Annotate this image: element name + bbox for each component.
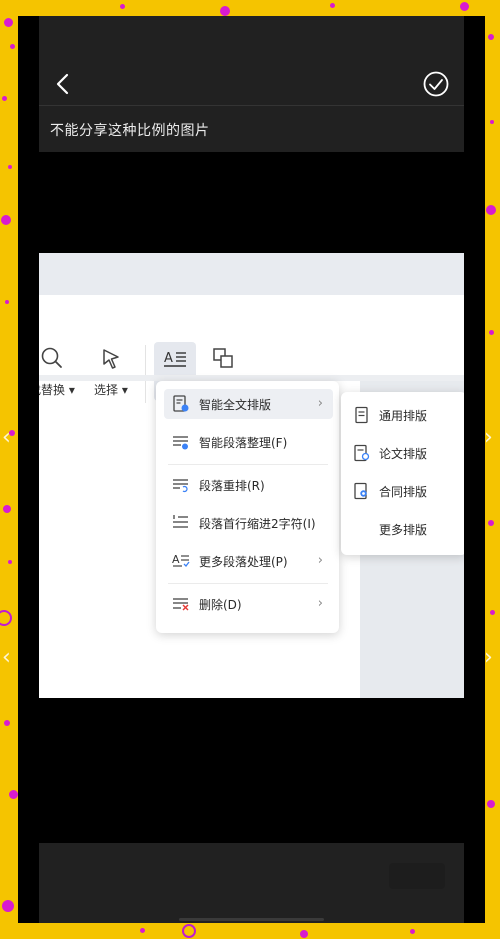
chevron-left-icon <box>56 73 69 95</box>
bottom-action-button[interactable] <box>389 863 445 889</box>
chevron-right-icon: › <box>317 553 323 568</box>
image-preview: 找替换 ▾ 选择 ▾ A 排版 ▴ <box>39 253 464 698</box>
divider <box>39 105 464 106</box>
submenu-item-contract[interactable]: 合同排版 <box>353 476 463 506</box>
submenu-item-general[interactable]: 通用排版 <box>353 400 463 430</box>
ribbon-separator <box>145 345 146 403</box>
cursor-icon <box>103 349 119 369</box>
bottom-bar <box>39 843 464 923</box>
select-button[interactable]: 选择 ▾ <box>94 345 128 398</box>
menu-item-label: 段落首行缩进2字符(I) <box>199 516 316 531</box>
general-doc-icon <box>355 406 368 424</box>
next-image-icon[interactable]: › <box>484 425 493 450</box>
share-notice: 不能分享这种比例的图片 <box>50 123 210 139</box>
indent-icon <box>173 515 188 528</box>
menu-separator <box>168 464 328 465</box>
confirm-button[interactable] <box>422 70 450 98</box>
menu-separator <box>168 583 328 584</box>
menu-item-first-line-indent[interactable]: 段落首行缩进2字符(I) <box>164 508 333 538</box>
submenu-item-paper[interactable]: 论文排版 <box>353 438 463 468</box>
paragraph-tidy-icon <box>173 436 188 450</box>
prev-image-icon[interactable]: ‹ <box>2 645 11 670</box>
phone-frame: 不能分享这种比例的图片 找替换 ▾ 选择 ▾ <box>18 16 485 923</box>
menu-item-smart-full-typeset[interactable]: 智能全文排版 › <box>164 389 333 419</box>
top-bar: 不能分享这种比例的图片 <box>39 16 464 152</box>
menu-item-delete[interactable]: 删除(D) › <box>164 589 333 619</box>
submenu-item-label: 通用排版 <box>379 408 428 423</box>
smart-typeset-icon <box>173 395 189 412</box>
paragraph-reflow-icon <box>173 479 188 493</box>
menu-item-more-paragraph[interactable]: A 更多段落处理(P) › <box>164 546 333 576</box>
ribbon-label: 选择 ▾ <box>94 383 128 397</box>
search-icon <box>41 347 62 368</box>
submenu-item-more[interactable]: 更多排版 <box>353 514 464 544</box>
paper-doc-icon <box>354 444 370 462</box>
chevron-right-icon: › <box>317 596 323 611</box>
check-circle-icon <box>423 71 449 97</box>
menu-item-label: 智能全文排版 <box>199 397 272 412</box>
chevron-right-icon: › <box>317 396 323 411</box>
menu-item-label: 更多段落处理(P) <box>199 554 288 569</box>
home-indicator <box>179 918 324 921</box>
prev-image-icon[interactable]: ‹ <box>2 425 11 450</box>
more-paragraph-icon: A <box>172 553 190 567</box>
contract-doc-icon <box>354 482 367 500</box>
menu-item-label: 段落重排(R) <box>199 478 265 493</box>
app-title-area <box>39 253 464 295</box>
next-image-icon[interactable]: › <box>484 645 493 670</box>
find-replace-button[interactable]: 找替换 ▾ <box>39 345 75 398</box>
ribbon-label: 找替换 ▾ <box>39 383 75 397</box>
menu-item-smart-paragraph-tidy[interactable]: 智能段落整理(F) <box>164 427 333 457</box>
typeset-menu: 智能全文排版 › 智能段落整理(F) 段落重排(R) 段落首行缩进2字符(I) … <box>156 381 339 633</box>
delete-icon <box>173 598 189 611</box>
ribbon-toolbar: 找替换 ▾ 选择 ▾ A 排版 ▴ <box>39 295 464 403</box>
menu-item-paragraph-reflow[interactable]: 段落重排(R) <box>164 470 333 500</box>
typeset-icon: A <box>163 351 186 367</box>
svg-text:A: A <box>172 553 180 566</box>
back-button[interactable] <box>51 71 77 97</box>
arrange-icon <box>213 348 233 368</box>
menu-item-label: 智能段落整理(F) <box>199 435 288 450</box>
submenu-item-label: 更多排版 <box>379 522 428 537</box>
submenu-item-label: 合同排版 <box>379 484 428 499</box>
submenu-item-label: 论文排版 <box>379 446 428 461</box>
typeset-submenu: 通用排版 论文排版 合同排版 更多排版 <box>341 392 464 555</box>
menu-item-label: 删除(D) <box>199 597 242 612</box>
svg-text:A: A <box>164 351 173 366</box>
